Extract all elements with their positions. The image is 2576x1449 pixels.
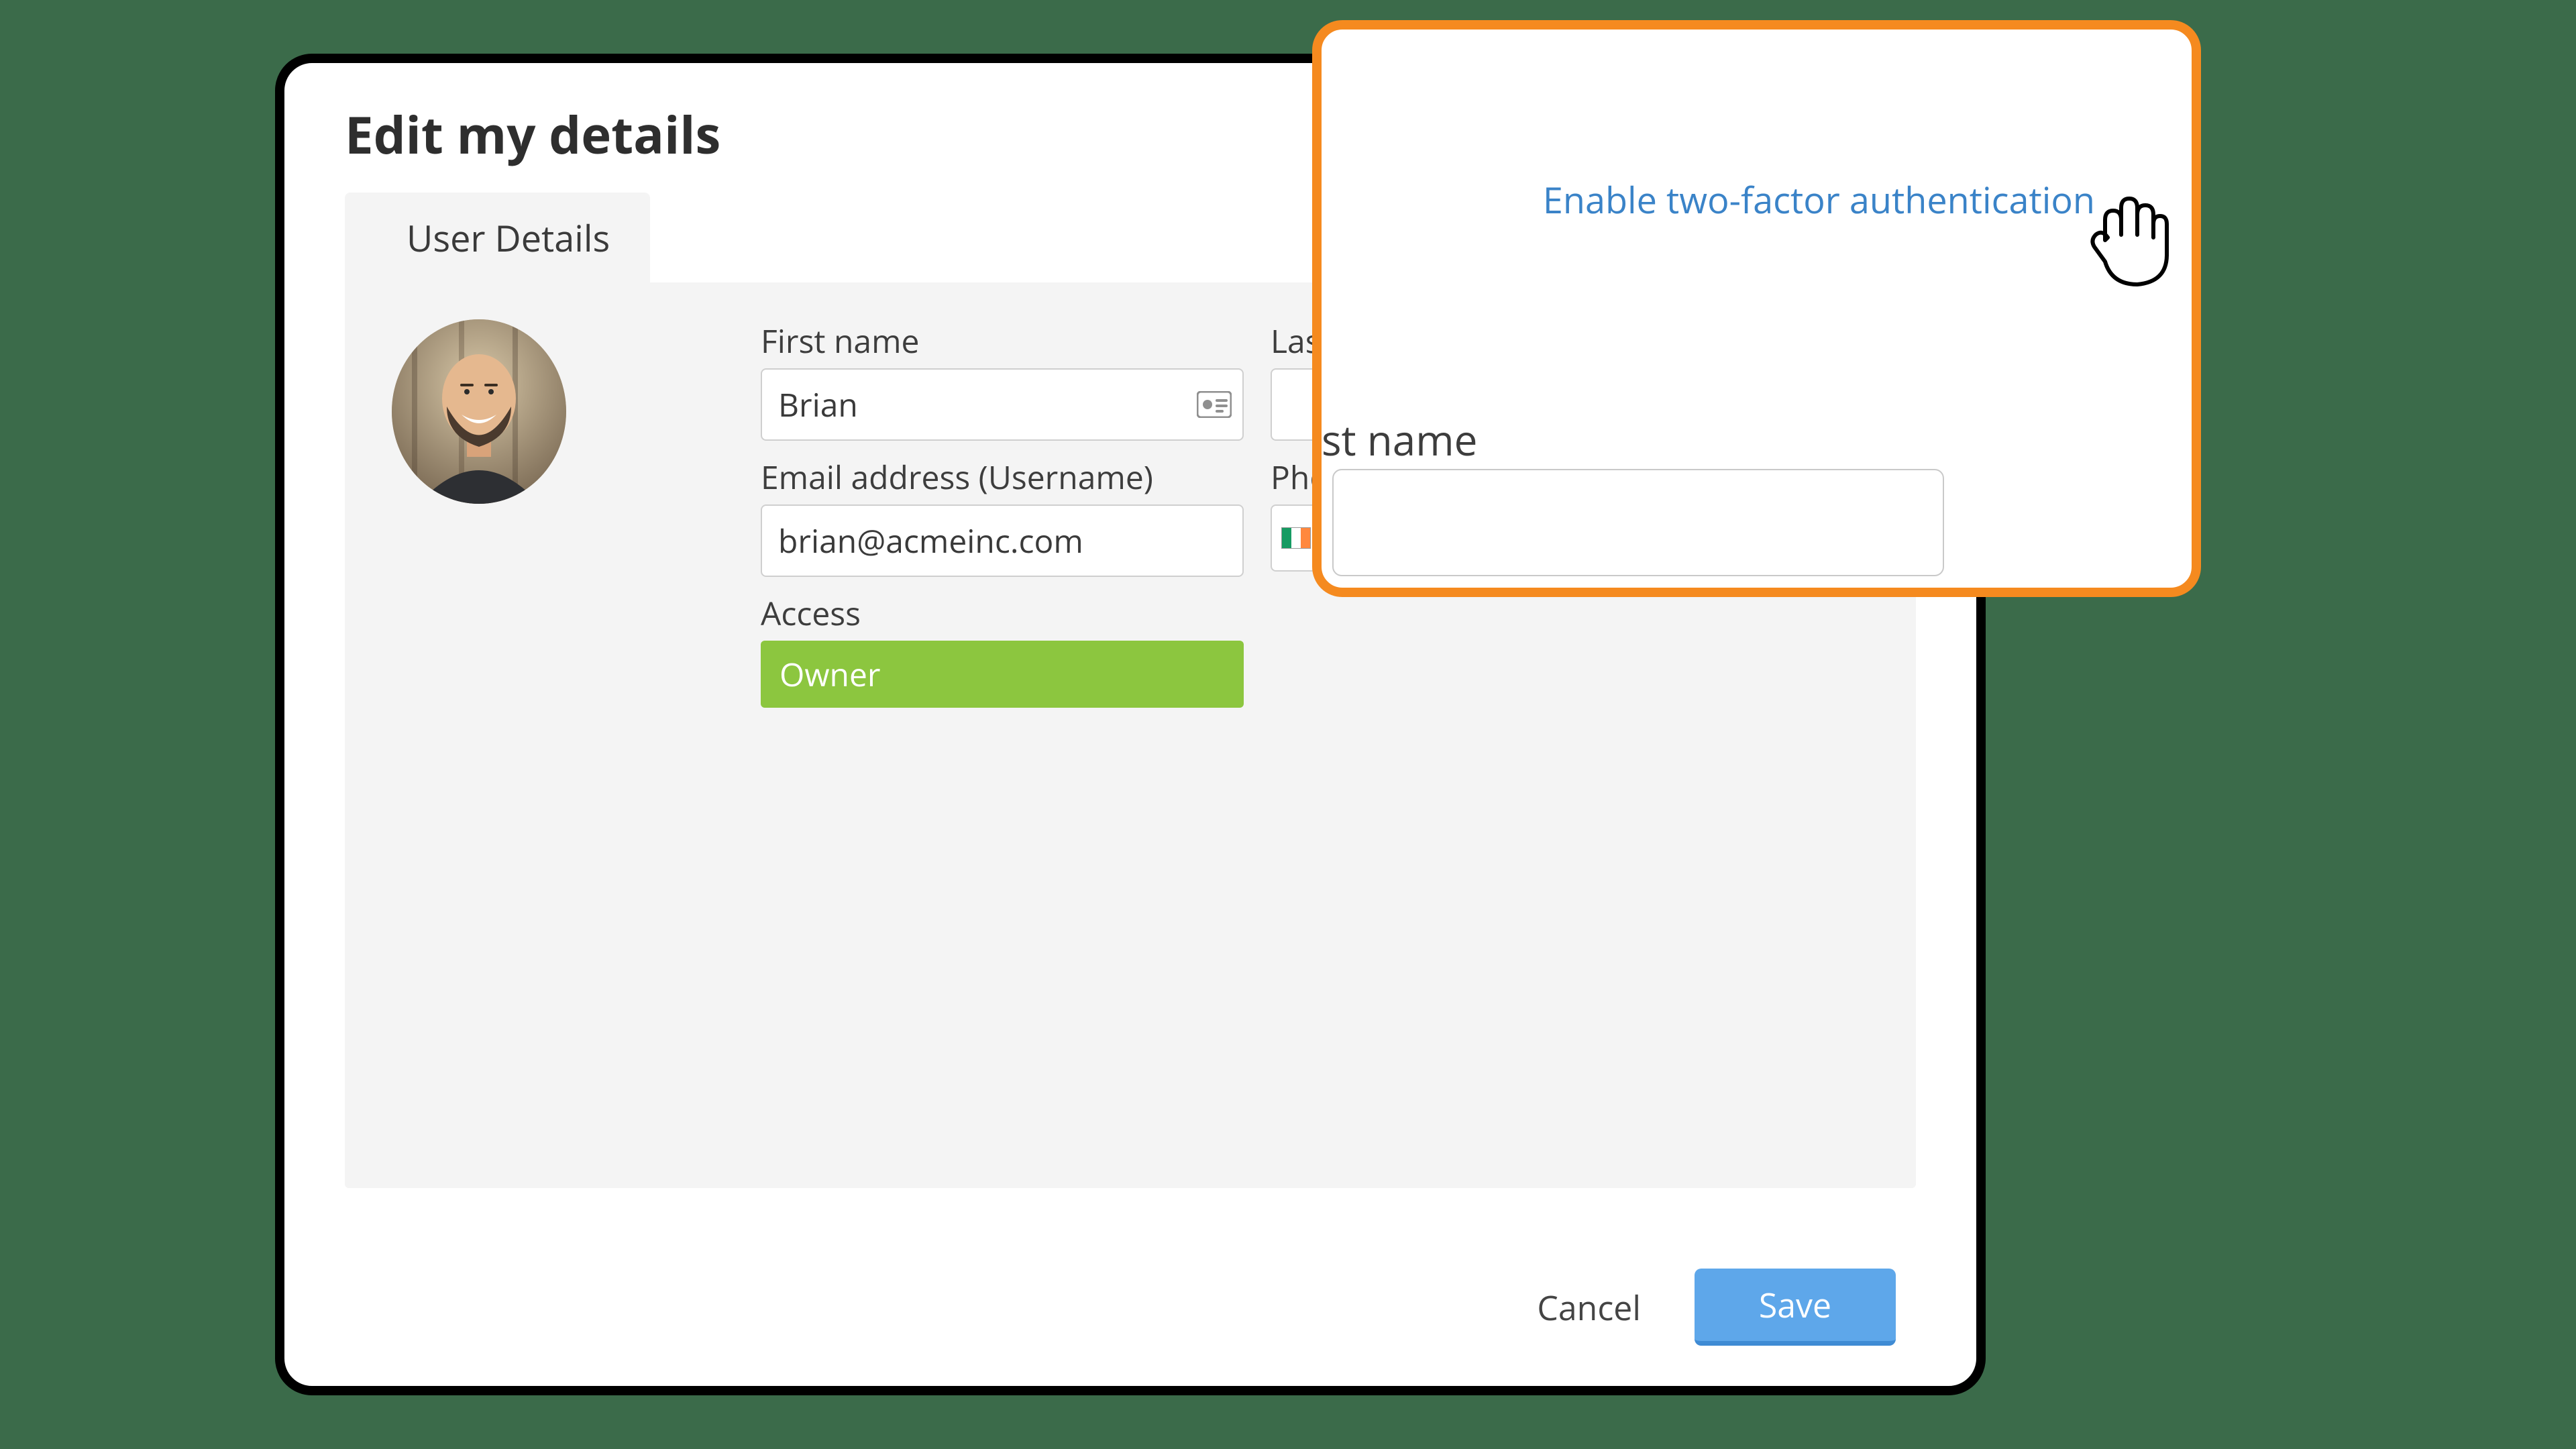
email-label: Email address (Username) bbox=[761, 455, 1244, 499]
last-name-label-callout: st name bbox=[1322, 412, 1477, 468]
pointer-cursor-icon bbox=[2085, 188, 2172, 288]
tab-user-details[interactable]: User Details bbox=[345, 193, 650, 282]
access-label: Access bbox=[761, 592, 1244, 635]
first-name-input-wrap bbox=[761, 368, 1244, 441]
highlight-callout: Enable two-factor authentication st name bbox=[1312, 20, 2201, 597]
cancel-button[interactable]: Cancel bbox=[1537, 1285, 1641, 1330]
enable-2fa-link[interactable]: Enable two-factor authentication bbox=[1543, 174, 2095, 224]
avatar-column bbox=[392, 319, 590, 722]
save-button[interactable]: Save bbox=[1695, 1269, 1896, 1346]
first-name-group: First name bbox=[761, 319, 1244, 441]
avatar-image bbox=[392, 319, 566, 504]
first-name-input[interactable] bbox=[761, 368, 1244, 441]
access-value[interactable]: Owner bbox=[761, 641, 1244, 708]
email-group: Email address (Username) bbox=[761, 455, 1244, 577]
first-name-label: First name bbox=[761, 319, 1244, 363]
contact-card-icon bbox=[1197, 391, 1232, 418]
ireland-flag-icon bbox=[1281, 527, 1311, 549]
last-name-input[interactable] bbox=[1332, 469, 1944, 576]
fields-column-left: First name bbox=[761, 319, 1244, 722]
email-input[interactable] bbox=[761, 504, 1244, 577]
access-group: Access Owner bbox=[761, 592, 1244, 708]
dialog-footer: Cancel Save bbox=[1537, 1269, 1896, 1346]
stage: Edit my details User Details bbox=[0, 0, 2576, 1449]
avatar[interactable] bbox=[392, 319, 566, 504]
